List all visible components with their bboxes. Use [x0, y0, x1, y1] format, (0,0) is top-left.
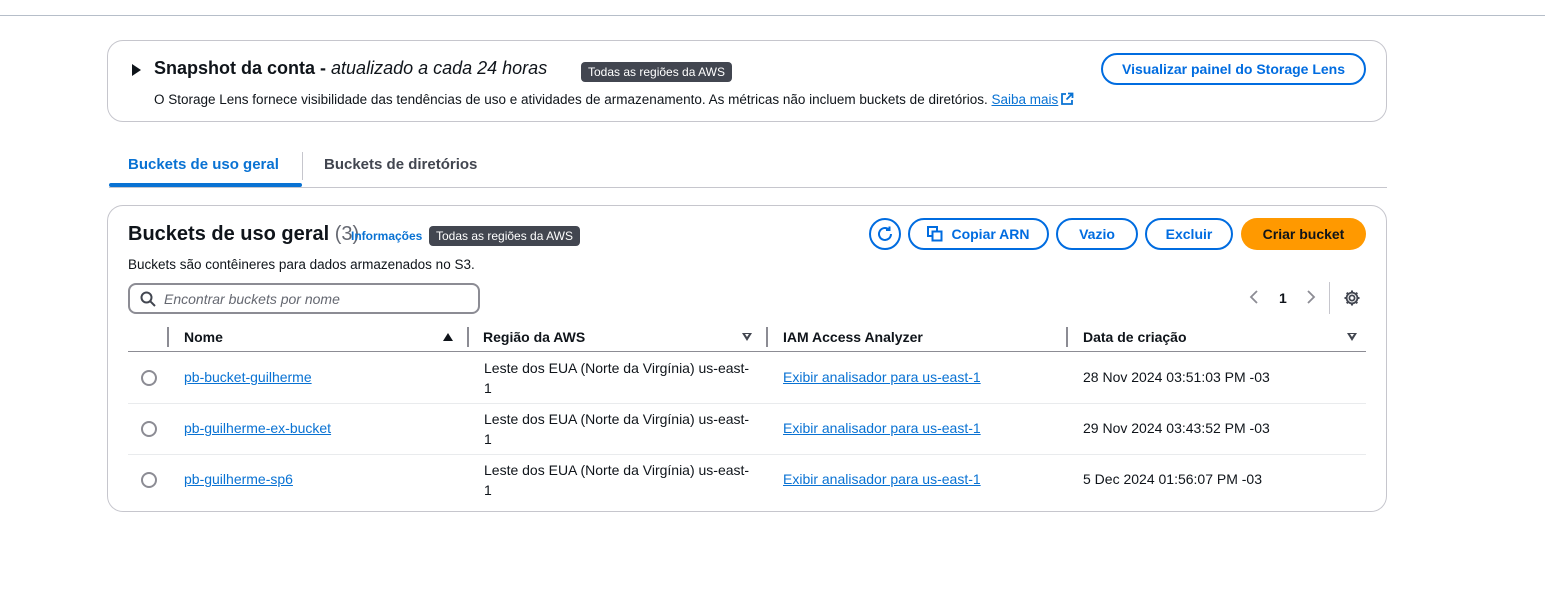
- tab-general-purpose-buckets[interactable]: Buckets de uso geral: [128, 156, 279, 173]
- search-input[interactable]: [164, 290, 464, 307]
- create-bucket-button[interactable]: Criar bucket: [1241, 218, 1366, 250]
- buckets-title-text: Buckets de uso geral: [128, 223, 330, 245]
- copy-arn-label: Copiar ARN: [951, 226, 1030, 242]
- buckets-description: Buckets são contêineres para dados armaz…: [128, 257, 475, 272]
- column-header-iam[interactable]: IAM Access Analyzer: [783, 329, 923, 345]
- bucket-region: Leste dos EUA (Norte da Virgínia) us-eas…: [484, 360, 750, 396]
- bucket-region: Leste dos EUA (Norte da Virgínia) us-eas…: [484, 462, 750, 498]
- column-divider: [766, 327, 768, 347]
- expand-caret-icon[interactable]: [132, 64, 141, 76]
- empty-button[interactable]: Vazio: [1056, 218, 1138, 250]
- learn-more-link[interactable]: Saiba mais: [992, 92, 1059, 107]
- chevron-right-icon[interactable]: [1306, 290, 1316, 304]
- chevron-left-icon[interactable]: [1249, 290, 1259, 304]
- buckets-panel: Buckets de uso geral (3) Informações Tod…: [107, 205, 1387, 512]
- column-divider: [467, 327, 469, 347]
- column-header-created[interactable]: Data de criação: [1083, 329, 1187, 345]
- tabs-divider: [109, 187, 1387, 188]
- refresh-icon: [878, 226, 892, 241]
- pager-divider: [1329, 282, 1330, 314]
- delete-button[interactable]: Excluir: [1145, 218, 1233, 250]
- sort-icon[interactable]: [1347, 333, 1357, 341]
- snapshot-description-text: O Storage Lens fornece visibilidade das …: [154, 92, 988, 107]
- row-radio[interactable]: [141, 370, 157, 386]
- snapshot-title-text: Snapshot da conta -: [154, 58, 327, 78]
- region-badge: Todas as regiões da AWS: [429, 226, 580, 246]
- copy-icon: [927, 226, 943, 242]
- bucket-name-link[interactable]: pb-bucket-guilherme: [184, 369, 312, 385]
- bucket-region: Leste dos EUA (Norte da Virgínia) us-eas…: [484, 411, 750, 447]
- copy-arn-button[interactable]: Copiar ARN: [908, 218, 1049, 250]
- column-header-name[interactable]: Nome: [184, 329, 223, 345]
- bucket-created-date: 29 Nov 2024 03:43:52 PM -03: [1083, 420, 1270, 436]
- iam-analyzer-link[interactable]: Exibir analisador para us-east-1: [783, 369, 981, 385]
- gear-icon[interactable]: [1343, 289, 1361, 307]
- tab-divider: [302, 152, 303, 180]
- bucket-name-link[interactable]: pb-guilherme-ex-bucket: [184, 420, 331, 436]
- bucket-created-date: 5 Dec 2024 01:56:07 PM -03: [1083, 471, 1263, 487]
- column-divider: [167, 327, 169, 347]
- refresh-button[interactable]: [869, 218, 901, 250]
- bucket-name-link[interactable]: pb-guilherme-sp6: [184, 471, 293, 487]
- info-link[interactable]: Informações: [351, 229, 422, 243]
- iam-analyzer-link[interactable]: Exibir analisador para us-east-1: [783, 471, 981, 487]
- row-radio[interactable]: [141, 472, 157, 488]
- search-icon: [140, 291, 156, 307]
- table-row[interactable]: pb-guilherme-ex-bucket Leste dos EUA (No…: [128, 403, 1366, 454]
- tab-directory-buckets[interactable]: Buckets de diretórios: [324, 156, 477, 173]
- bucket-created-date: 28 Nov 2024 03:51:03 PM -03: [1083, 369, 1270, 385]
- buckets-title: Buckets de uso geral (3): [128, 223, 359, 246]
- sort-ascending-icon[interactable]: [443, 333, 453, 341]
- top-divider: [0, 15, 1545, 16]
- account-snapshot-panel: Snapshot da conta - atualizado a cada 24…: [107, 40, 1387, 122]
- iam-analyzer-link[interactable]: Exibir analisador para us-east-1: [783, 420, 981, 436]
- snapshot-subtitle: atualizado a cada 24 horas: [331, 58, 548, 78]
- external-link-icon: [1061, 92, 1074, 105]
- table-row[interactable]: pb-guilherme-sp6 Leste dos EUA (Norte da…: [128, 454, 1366, 505]
- region-badge: Todas as regiões da AWS: [581, 62, 732, 82]
- snapshot-description: O Storage Lens fornece visibilidade das …: [154, 92, 1074, 107]
- column-header-region[interactable]: Região da AWS: [483, 329, 585, 345]
- row-radio[interactable]: [141, 421, 157, 437]
- bucket-search[interactable]: [128, 283, 480, 314]
- sort-icon[interactable]: [742, 333, 752, 341]
- current-page[interactable]: 1: [1279, 290, 1287, 306]
- storage-lens-dashboard-button[interactable]: Visualizar painel do Storage Lens: [1101, 53, 1366, 85]
- snapshot-title[interactable]: Snapshot da conta - atualizado a cada 24…: [154, 58, 547, 79]
- table-row[interactable]: pb-bucket-guilherme Leste dos EUA (Norte…: [128, 352, 1366, 403]
- column-divider: [1066, 327, 1068, 347]
